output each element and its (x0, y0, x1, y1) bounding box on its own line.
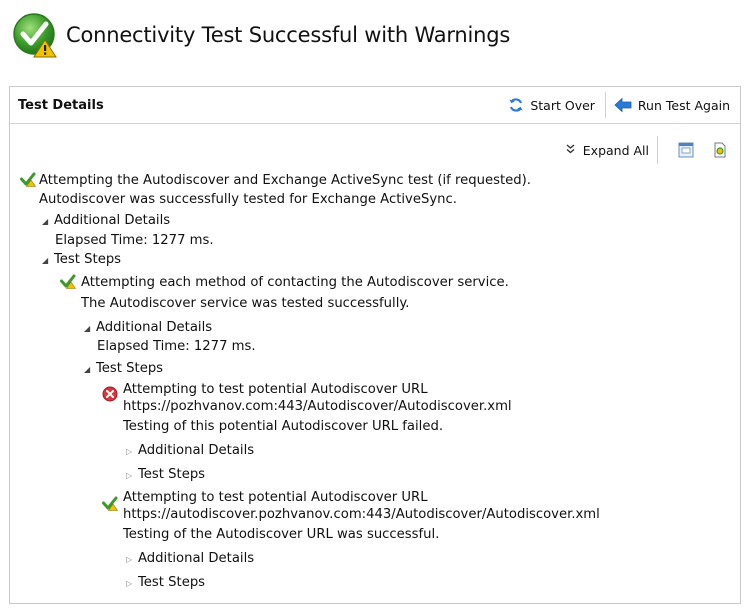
page-header: Connectivity Test Successful with Warnin… (12, 10, 510, 60)
success-warning-icon (60, 273, 77, 289)
triangle-down-icon: ◢ (84, 365, 91, 374)
result-tree: Attempting the Autodiscover and Exchange… (10, 87, 740, 603)
additional-details-label: Additional Details (54, 213, 171, 228)
triangle-right-icon: ▷ (126, 447, 133, 456)
additional-details-toggle[interactable]: ▷ Additional Details (126, 442, 254, 460)
page-title: Connectivity Test Successful with Warnin… (66, 23, 511, 47)
step-title: Attempting each method of contacting the… (81, 275, 509, 290)
test-steps-toggle[interactable]: ◢ Test Steps (84, 360, 163, 378)
test-steps-label: Test Steps (96, 361, 164, 376)
success-warning-icon (20, 171, 37, 187)
additional-details-toggle[interactable]: ▷ Additional Details (126, 550, 254, 568)
test-details-panel: Test Details Start Over Run Test Again E… (9, 86, 741, 604)
step-result: The Autodiscover service was tested succ… (81, 296, 410, 311)
url-value: https://autodiscover.pozhvanov.com:443/A… (123, 507, 600, 522)
test-steps-label: Test Steps (138, 467, 206, 482)
test-steps-label: Test Steps (54, 252, 122, 267)
test-steps-toggle[interactable]: ◢ Test Steps (42, 251, 121, 269)
url-value: https://pozhvanov.com:443/Autodiscover/A… (123, 399, 512, 414)
additional-details-label: Additional Details (138, 443, 255, 458)
test-steps-label: Test Steps (138, 575, 206, 590)
triangle-right-icon: ▷ (126, 471, 133, 480)
root-step-result: Autodiscover was successfully tested for… (39, 192, 457, 207)
additional-details-toggle[interactable]: ◢ Additional Details (84, 319, 212, 337)
success-warning-icon (102, 495, 119, 511)
triangle-down-icon: ◢ (42, 256, 49, 265)
additional-details-label: Additional Details (138, 551, 255, 566)
elapsed-time: Elapsed Time: 1277 ms. (55, 233, 214, 248)
test-steps-toggle[interactable]: ▷ Test Steps (126, 574, 205, 592)
elapsed-time: Elapsed Time: 1277 ms. (97, 339, 256, 354)
error-icon (102, 386, 118, 402)
url-result: Testing of this potential Autodiscover U… (123, 419, 444, 434)
url-attempt-title: Attempting to test potential Autodiscove… (123, 382, 428, 397)
triangle-right-icon: ▷ (126, 555, 133, 564)
additional-details-toggle[interactable]: ◢ Additional Details (42, 212, 170, 230)
success-warning-icon (12, 12, 58, 58)
additional-details-label: Additional Details (96, 320, 213, 335)
triangle-down-icon: ◢ (42, 217, 49, 226)
test-steps-toggle[interactable]: ▷ Test Steps (126, 466, 205, 484)
root-step-title: Attempting the Autodiscover and Exchange… (39, 173, 531, 188)
triangle-down-icon: ◢ (84, 324, 91, 333)
url-attempt-title: Attempting to test potential Autodiscove… (123, 490, 428, 505)
triangle-right-icon: ▷ (126, 579, 133, 588)
url-result: Testing of the Autodiscover URL was succ… (123, 527, 440, 542)
